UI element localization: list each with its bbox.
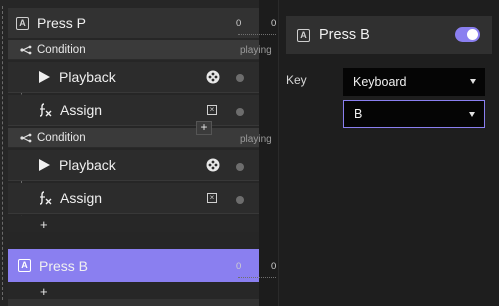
key-select-value: B bbox=[354, 107, 363, 121]
condition-row[interactable]: Condition bbox=[8, 128, 259, 148]
gamepad-icon[interactable] bbox=[206, 158, 220, 172]
inspector-panel: A Press B Key Keyboard B bbox=[279, 0, 499, 306]
add-action-row[interactable]: + bbox=[8, 216, 259, 232]
playing-status: playing bbox=[240, 45, 272, 56]
action-row-playback[interactable]: Playback bbox=[8, 150, 259, 181]
add-condition-row[interactable]: + bbox=[8, 283, 259, 299]
action-label: Assign bbox=[60, 102, 103, 118]
trigger-header-press-b[interactable]: A Press B bbox=[8, 249, 259, 282]
gamepad-icon[interactable] bbox=[206, 70, 220, 84]
action-row-playback[interactable]: Playback bbox=[8, 62, 259, 93]
trigger-tree-panel: A Press P Condition Playback Assign × Co… bbox=[0, 0, 259, 306]
function-icon bbox=[39, 103, 52, 117]
trigger-header-press-p[interactable]: A Press P bbox=[8, 8, 259, 38]
enabled-toggle[interactable] bbox=[455, 27, 480, 42]
trigger-title: Press B bbox=[39, 257, 89, 274]
key-badge-icon: A bbox=[18, 259, 31, 272]
action-label: Playback bbox=[59, 157, 116, 173]
action-row-assign[interactable]: Assign × bbox=[8, 183, 259, 214]
state-dot bbox=[236, 163, 244, 171]
trigger-title: Press P bbox=[37, 15, 87, 31]
condition-label: Condition bbox=[37, 131, 86, 144]
device-select[interactable]: Keyboard bbox=[343, 68, 485, 96]
key-select[interactable]: B bbox=[343, 100, 485, 128]
toggle-knob bbox=[467, 29, 478, 40]
add-condition-button[interactable]: + bbox=[196, 121, 212, 135]
state-dot bbox=[236, 108, 244, 116]
key-badge-icon: A bbox=[297, 28, 310, 42]
action-label: Playback bbox=[59, 69, 116, 85]
add-action-button[interactable]: + bbox=[40, 217, 48, 232]
condition-label: Condition bbox=[37, 43, 86, 56]
branch-icon bbox=[20, 45, 32, 54]
remove-icon[interactable]: × bbox=[207, 193, 217, 203]
tree-footer bbox=[8, 299, 259, 306]
device-select-value: Keyboard bbox=[353, 75, 407, 89]
condition-row[interactable]: Condition bbox=[8, 40, 259, 60]
action-label: Assign bbox=[60, 190, 103, 206]
chevron-down-icon bbox=[470, 79, 476, 84]
chevron-down-icon bbox=[469, 112, 475, 117]
play-icon bbox=[39, 159, 50, 171]
playing-status: playing bbox=[240, 134, 272, 145]
play-icon bbox=[39, 71, 50, 83]
add-condition-button[interactable]: + bbox=[40, 284, 48, 299]
tree-guide bbox=[2, 6, 3, 300]
key-badge-icon: A bbox=[16, 16, 29, 30]
inspector-header: A Press B bbox=[286, 16, 492, 54]
key-label: Key bbox=[286, 73, 307, 87]
timeline-ruler bbox=[238, 274, 276, 278]
inspector-title: Press B bbox=[319, 27, 370, 43]
state-dot bbox=[236, 196, 244, 204]
remove-icon[interactable]: × bbox=[207, 105, 217, 115]
state-dot bbox=[236, 74, 244, 82]
function-icon bbox=[39, 191, 52, 205]
timeline-ruler bbox=[238, 31, 276, 35]
action-row-assign[interactable]: Assign × bbox=[8, 95, 259, 126]
branch-icon bbox=[20, 133, 32, 142]
